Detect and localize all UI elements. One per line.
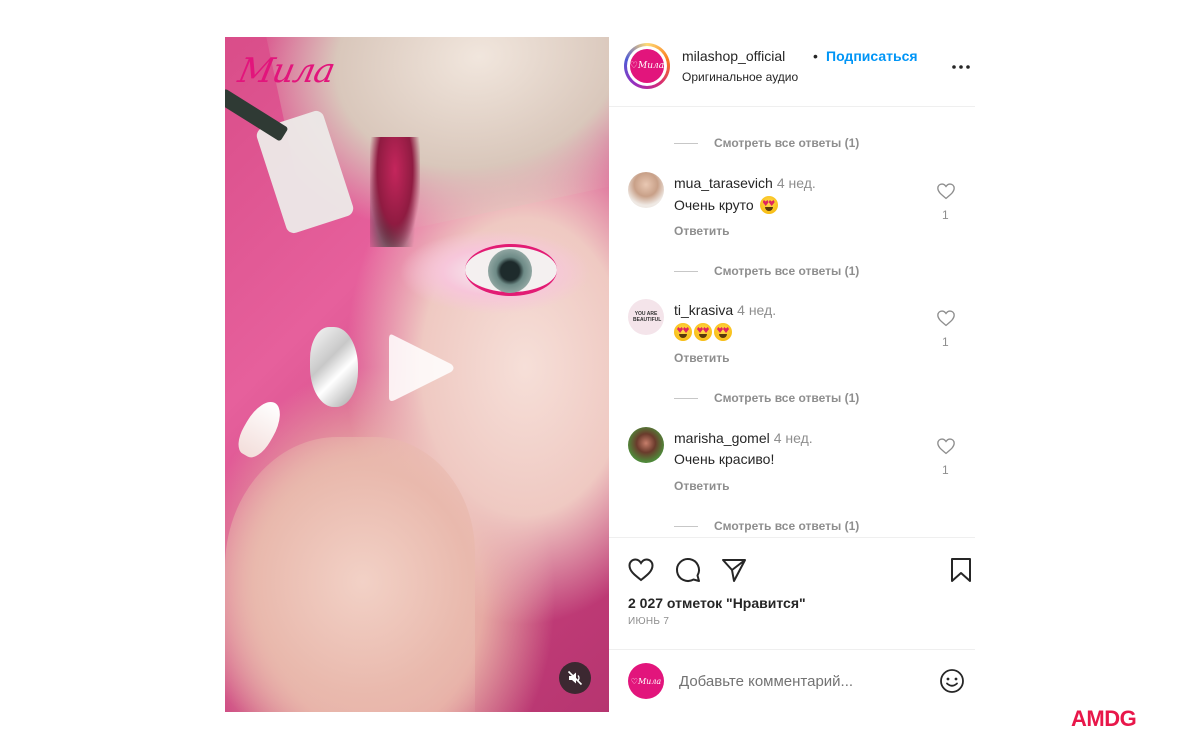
comment-like-count: 1 [942, 335, 949, 349]
comment-item: mua_tarasevich 4 нед. Очень круто Ответит… [609, 172, 975, 252]
comment-bubble-icon[interactable] [674, 556, 702, 584]
heart-icon[interactable] [936, 309, 956, 327]
brand-avatar-logo: ♡Мила [630, 49, 664, 83]
paper-plane-icon[interactable] [720, 556, 748, 584]
reply-button[interactable]: Ответить [674, 479, 729, 493]
follow-button[interactable]: Подписаться [826, 48, 918, 64]
add-comment-bar: ♡Мила [609, 649, 975, 712]
audio-link[interactable]: Оригинальное аудио [682, 70, 798, 84]
avatar[interactable]: YOU ARE BEAUTIFUL [628, 299, 664, 335]
avatar[interactable] [628, 427, 664, 463]
comment-time: 4 нед. [737, 302, 777, 318]
comment-username[interactable]: marisha_gomel [674, 430, 770, 446]
earring [310, 327, 358, 407]
view-replies-button[interactable]: Смотреть все ответы (1) [674, 390, 859, 406]
heart-icon[interactable] [627, 556, 655, 584]
post-video[interactable]: Мила [225, 37, 609, 712]
brand-logo: Мила [234, 51, 338, 91]
hand [225, 437, 475, 712]
post-panel: ♡Мила milashop_official • Подписаться Ор… [609, 37, 975, 712]
avatar[interactable]: ♡Мила [624, 43, 670, 89]
comment-username[interactable]: mua_tarasevich [674, 175, 773, 191]
flower-sticker [370, 137, 420, 247]
comment-input[interactable] [679, 670, 929, 692]
likes-count[interactable]: 2 027 отметок "Нравится" [628, 595, 806, 611]
fingernail [232, 395, 288, 463]
bookmark-icon[interactable] [947, 556, 975, 584]
post-actions: 2 027 отметок "Нравится" ИЮНЬ 7 [609, 537, 975, 627]
avatar[interactable] [628, 172, 664, 208]
post-author-username[interactable]: milashop_official [682, 48, 785, 64]
comment-item: YOU ARE BEAUTIFUL ti_krasiva 4 нед. Ответ… [609, 299, 975, 379]
comment-time: 4 нед. [773, 430, 813, 446]
smiley-icon[interactable] [939, 668, 965, 694]
view-replies-button[interactable]: Смотреть все ответы (1) [674, 135, 859, 151]
comment-text: Очень красиво! [674, 451, 775, 467]
comment-like-count: 1 [942, 463, 949, 477]
heart-eyes-emoji-icon [694, 323, 712, 341]
avatar: ♡Мила [628, 663, 664, 699]
agency-logo: AMDG [1071, 706, 1137, 731]
comment-text: Очень круто [674, 197, 754, 213]
view-replies-button[interactable]: Смотреть все ответы (1) [674, 518, 859, 534]
separator-dot: • [813, 48, 818, 64]
heart-eyes-emoji-icon [674, 323, 692, 341]
comment-username[interactable]: ti_krasiva [674, 302, 733, 318]
comment-item: marisha_gomel 4 нед. Очень красиво! Ответ… [609, 427, 975, 507]
reply-button[interactable]: Ответить [674, 224, 729, 238]
comment-time: 4 нед. [776, 175, 816, 191]
comments-list[interactable]: Смотреть все ответы (1) mua_tarasevich 4 … [609, 108, 975, 538]
post-header: ♡Мила milashop_official • Подписаться Ор… [609, 37, 975, 107]
heart-eyes-emoji-icon [714, 323, 732, 341]
post-date: ИЮНЬ 7 [628, 616, 670, 627]
play-icon[interactable] [385, 329, 457, 407]
comment-like-count: 1 [942, 208, 949, 222]
heart-icon[interactable] [936, 182, 956, 200]
mute-button[interactable] [559, 662, 591, 694]
avatar-text: YOU ARE BEAUTIFUL [633, 311, 662, 323]
more-horizontal-icon[interactable] [949, 55, 973, 79]
reply-button[interactable]: Ответить [674, 351, 729, 365]
heart-eyes-emoji-icon [759, 196, 778, 214]
heart-icon[interactable] [936, 437, 956, 455]
iris [488, 249, 532, 293]
speaker-muted-icon [567, 670, 583, 686]
view-replies-button[interactable]: Смотреть все ответы (1) [674, 263, 859, 279]
